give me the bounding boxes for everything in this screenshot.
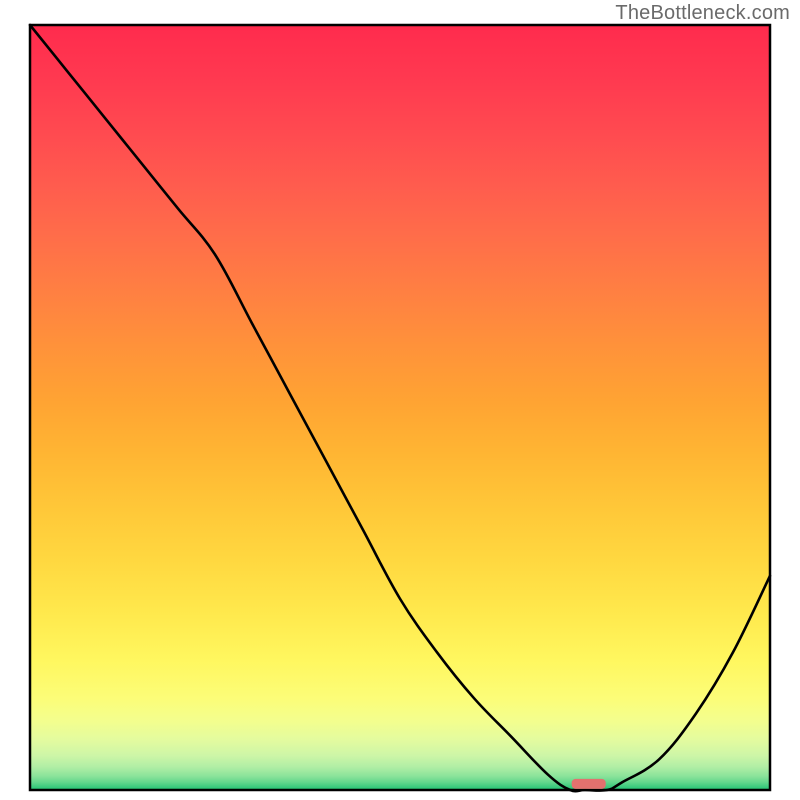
optimal-marker xyxy=(572,779,606,789)
plot-background xyxy=(30,25,770,790)
bottleneck-chart xyxy=(0,0,800,800)
watermark-text: TheBottleneck.com xyxy=(615,2,790,25)
